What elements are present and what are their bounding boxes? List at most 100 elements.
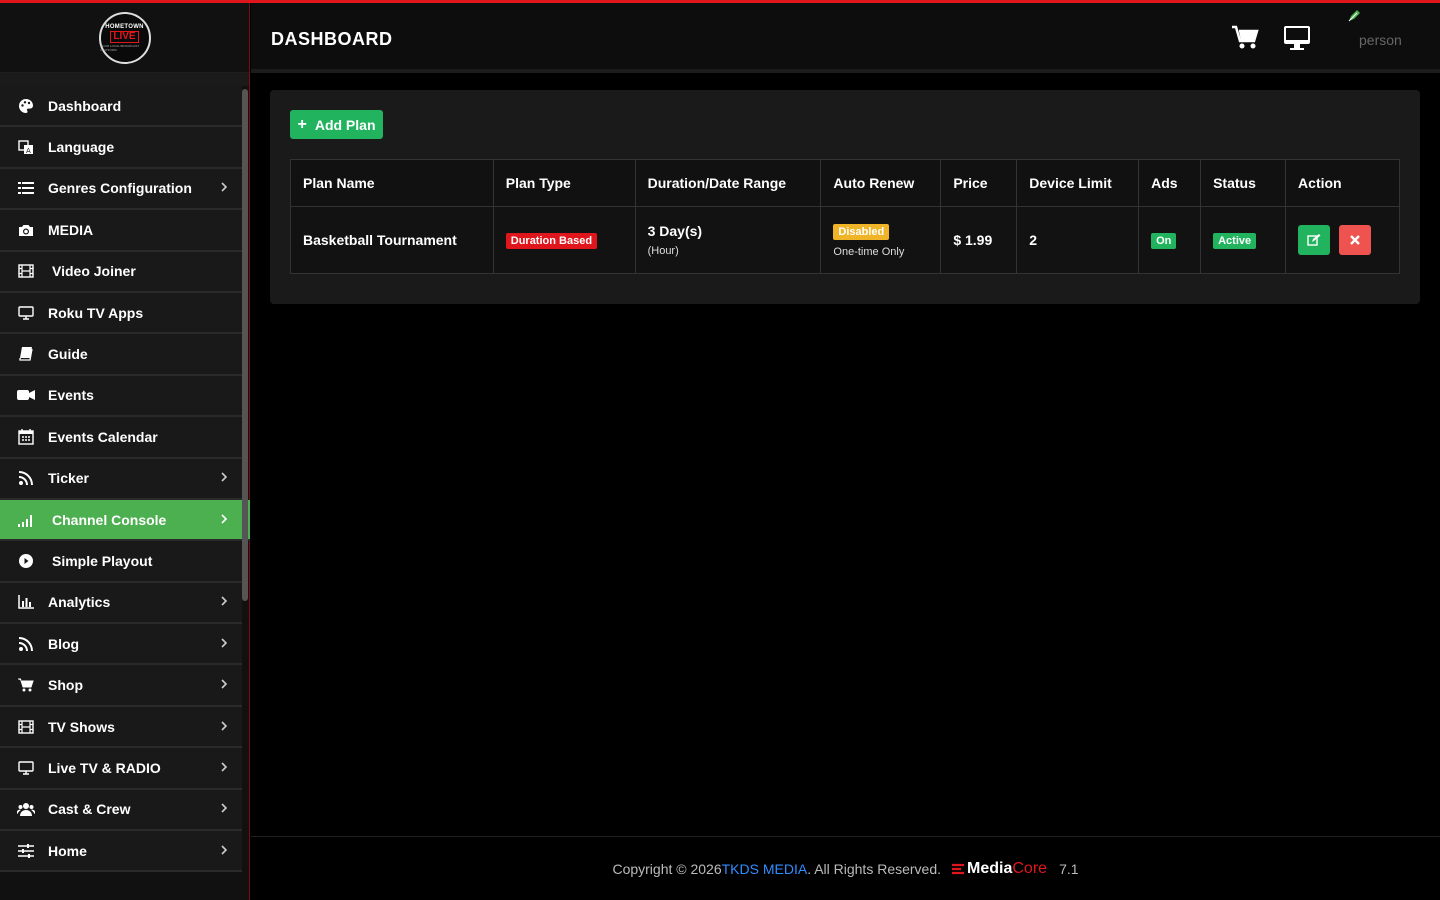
add-plan-button[interactable]: + Add Plan xyxy=(290,110,383,139)
close-icon xyxy=(1350,235,1360,245)
sidebar-item-label: MEDIA xyxy=(48,221,94,238)
sidebar-item-label: Cast & Crew xyxy=(48,801,131,818)
col-device-limit[interactable]: Device Limit xyxy=(1016,159,1140,207)
sidebar-item-video-joiner[interactable]: Video Joiner xyxy=(0,251,242,293)
video-camera-icon xyxy=(17,386,35,404)
sidebar-item-cast-crew[interactable]: Cast & Crew xyxy=(0,789,242,832)
sidebar-item-live-tv-radio[interactable]: Live TV & RADIO xyxy=(0,748,242,790)
col-duration[interactable]: Duration/Date Range xyxy=(634,159,822,207)
sidebar-item-genres-configuration[interactable]: Genres Configuration xyxy=(0,168,242,211)
plus-icon: + xyxy=(297,115,307,133)
chevron-right-icon xyxy=(220,471,228,485)
chevron-right-icon xyxy=(220,802,228,816)
signal-icon xyxy=(17,511,35,529)
monitor-icon xyxy=(17,759,35,777)
sidebar-item-channel-console[interactable]: Channel Console xyxy=(0,499,250,542)
ads-badge: On xyxy=(1151,233,1177,249)
brand-core: Core xyxy=(1012,859,1048,877)
mediacore-mark-icon xyxy=(952,863,965,874)
delete-button[interactable] xyxy=(1338,225,1371,255)
sidebar-item-events[interactable]: Events xyxy=(0,375,242,418)
sidebar-item-label: Events xyxy=(48,387,94,404)
footer: Copyright © 2026 TKDS MEDIA . All Rights… xyxy=(251,836,1440,900)
bar-chart-icon xyxy=(17,593,35,611)
sidebar-item-label: Video Joiner xyxy=(52,263,136,280)
plan-type-badge: Duration Based xyxy=(505,233,598,249)
col-auto-renew[interactable]: Auto Renew xyxy=(820,159,942,207)
plans-table: Plan Name Plan Type Duration/Date Range … xyxy=(290,159,1400,274)
sidebar-item-media[interactable]: MEDIA xyxy=(0,210,242,252)
chevron-right-icon xyxy=(220,761,228,775)
film-icon xyxy=(17,718,35,736)
rss-icon xyxy=(17,469,35,487)
sidebar-item-label: Events Calendar xyxy=(48,428,158,445)
col-plan-type[interactable]: Plan Type xyxy=(492,159,636,207)
cart-icon xyxy=(17,676,35,694)
status-badge: Active xyxy=(1213,233,1257,249)
header: DASHBOARD person xyxy=(251,3,1440,73)
sidebar-item-roku-tv-apps[interactable]: Roku TV Apps xyxy=(0,292,242,335)
col-price[interactable]: Price xyxy=(940,159,1018,207)
sidebar-nav: Dashboard A Language Genres Configuration ME… xyxy=(0,86,250,873)
sidebar: HOMETOWN LIVE YOUR LOCAL BROADCAST PLATF… xyxy=(0,3,250,900)
chevron-right-icon xyxy=(220,595,228,609)
cell-ads: On xyxy=(1138,206,1202,274)
duration-unit: (Hour) xyxy=(647,245,679,257)
camera-icon xyxy=(17,221,35,239)
logo[interactable]: HOMETOWN LIVE YOUR LOCAL BROADCAST PLATF… xyxy=(98,11,151,64)
logo-area: HOMETOWN LIVE YOUR LOCAL BROADCAST PLATF… xyxy=(0,3,249,73)
edit-button[interactable] xyxy=(1298,225,1331,255)
mediacore-logo: Media Core xyxy=(951,860,1047,878)
duration-value: 3 Day(s) xyxy=(647,223,703,239)
sidebar-item-language[interactable]: A Language xyxy=(0,127,242,169)
col-ads[interactable]: Ads xyxy=(1138,159,1202,207)
table-header-row: Plan Name Plan Type Duration/Date Range … xyxy=(290,159,1400,207)
cart-icon[interactable] xyxy=(1231,25,1259,56)
sidebar-item-events-calendar[interactable]: Events Calendar xyxy=(0,417,242,459)
copyright-text: Copyright © 2026 xyxy=(612,860,722,877)
auto-renew-note: One-time Only xyxy=(833,246,905,258)
sidebar-item-label: Home xyxy=(48,842,87,859)
sidebar-item-tv-shows[interactable]: TV Shows xyxy=(0,706,242,749)
cell-action xyxy=(1285,206,1400,274)
chevron-right-icon xyxy=(220,513,228,527)
cell-auto-renew: Disabled One-time Only xyxy=(820,206,942,274)
sidebar-item-label: Ticker xyxy=(48,470,89,487)
sidebar-item-analytics[interactable]: Analytics xyxy=(0,582,242,625)
film-icon xyxy=(17,262,35,280)
cell-duration: 3 Day(s) (Hour) xyxy=(634,206,822,274)
sidebar-item-label: Channel Console xyxy=(52,511,167,528)
calendar-icon xyxy=(17,428,35,446)
sidebar-item-label: Genres Configuration xyxy=(48,180,192,197)
monitor-icon xyxy=(17,304,35,322)
sidebar-item-simple-playout[interactable]: Simple Playout xyxy=(0,541,242,583)
col-status[interactable]: Status xyxy=(1200,159,1287,207)
logo-line1: HOMETOWN xyxy=(105,23,144,30)
auto-renew-badge: Disabled xyxy=(833,224,890,240)
sidebar-item-ticker[interactable]: Ticker xyxy=(0,458,242,500)
sidebar-scrollbar[interactable] xyxy=(242,89,248,601)
pen-icon[interactable] xyxy=(1347,9,1361,28)
sidebar-item-dashboard[interactable]: Dashboard xyxy=(0,86,242,128)
play-circle-icon xyxy=(17,552,35,570)
chevron-right-icon xyxy=(220,637,228,651)
sidebar-item-home[interactable]: Home xyxy=(0,831,242,873)
sidebar-item-label: Simple Playout xyxy=(52,552,153,569)
company-link[interactable]: TKDS MEDIA xyxy=(722,861,808,877)
version: 7.1 xyxy=(1059,860,1079,877)
sidebar-item-blog[interactable]: Blog xyxy=(0,624,242,666)
sidebar-item-guide[interactable]: Guide xyxy=(0,334,242,376)
sidebar-item-shop[interactable]: Shop xyxy=(0,665,242,707)
col-plan-name[interactable]: Plan Name xyxy=(290,159,494,207)
sidebar-item-label: TV Shows xyxy=(48,718,115,735)
chevron-right-icon xyxy=(220,678,228,692)
monitor-icon[interactable] xyxy=(1283,25,1311,56)
palette-icon xyxy=(17,97,35,115)
sidebar-item-label: Live TV & RADIO xyxy=(48,759,161,776)
cell-status: Active xyxy=(1200,206,1287,274)
col-action: Action xyxy=(1285,159,1400,207)
sliders-icon xyxy=(17,842,35,860)
language-icon: A xyxy=(17,138,35,156)
edit-icon xyxy=(1307,234,1321,246)
user-menu[interactable]: person xyxy=(1359,32,1402,48)
